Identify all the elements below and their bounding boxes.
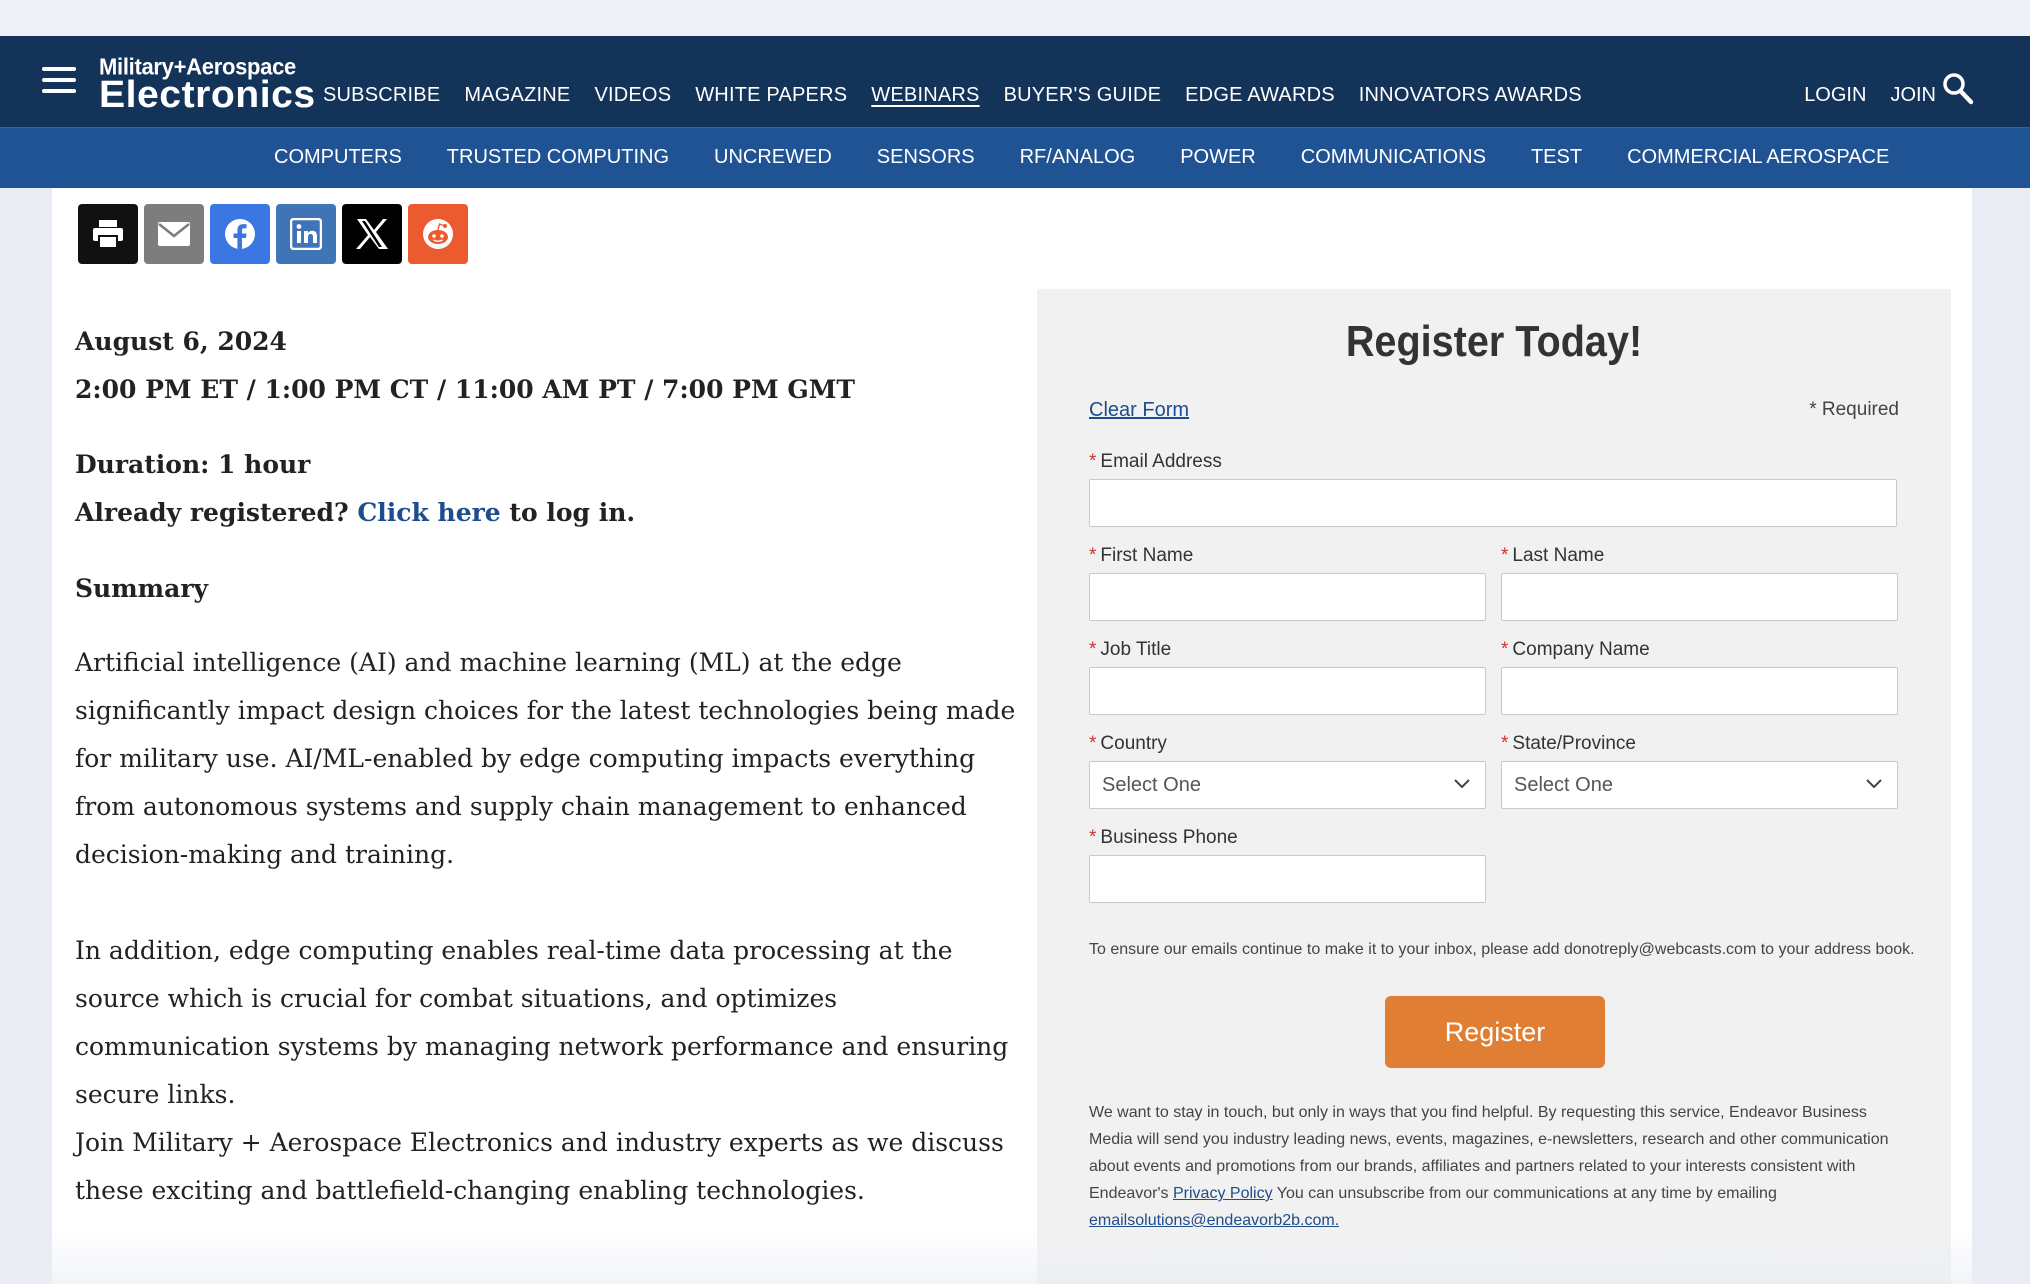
already-prefix: Already registered?	[75, 498, 349, 527]
search-icon[interactable]	[1942, 72, 1974, 106]
nav-webinars[interactable]: WEBINARS	[871, 84, 979, 107]
job-title-label: * Job Title	[1089, 639, 1172, 660]
logo-line2: Electronics	[99, 74, 316, 116]
job-title-field[interactable]	[1089, 667, 1486, 715]
menu-icon[interactable]	[42, 67, 76, 93]
required-note: * Required	[1809, 399, 1899, 420]
clear-form-link[interactable]: Clear Form	[1089, 399, 1189, 422]
company-name-label: * Company Name	[1501, 639, 1650, 660]
register-button[interactable]: Register	[1385, 996, 1605, 1068]
main-nav: SUBSCRIBE MAGAZINE VIDEOS WHITE PAPERS W…	[323, 84, 1606, 107]
site-logo[interactable]: Military+Aerospace Electronics	[99, 55, 315, 114]
first-name-label: * First Name	[1089, 545, 1194, 566]
event-time: 2:00 PM ET / 1:00 PM CT / 11:00 AM PT / …	[75, 375, 855, 404]
login-link[interactable]: LOGIN	[1804, 84, 1866, 107]
topic-nav-commercial-aerospace[interactable]: COMMERCIAL AEROSPACE	[1627, 146, 1889, 169]
facebook-icon	[225, 219, 255, 250]
x-share-button[interactable]	[342, 204, 402, 264]
event-duration: Duration: 1 hour	[75, 450, 311, 479]
privacy-policy-link[interactable]: Privacy Policy	[1173, 1185, 1273, 1202]
already-suffix: to log in.	[509, 498, 636, 527]
email-whitelist-note: To ensure our emails continue to make it…	[1089, 941, 1915, 958]
company-name-field[interactable]	[1501, 667, 1898, 715]
share-bar	[78, 204, 468, 264]
privacy-notice: We want to stay in touch, but only in wa…	[1089, 1099, 1899, 1234]
reddit-share-button[interactable]	[408, 204, 468, 264]
event-date: August 6, 2024	[75, 327, 287, 356]
topic-nav-sensors[interactable]: SENSORS	[877, 146, 975, 169]
nav-buyers-guide[interactable]: BUYER'S GUIDE	[1004, 84, 1162, 107]
last-name-field[interactable]	[1501, 573, 1898, 621]
summary-heading: Summary	[75, 574, 209, 603]
login-click-here-link[interactable]: Click here	[357, 498, 500, 527]
summary-paragraph-1: Artificial intelligence (AI) and machine…	[75, 648, 1016, 869]
privacy-notice-text-2: You can unsubscribe from our communicati…	[1276, 1185, 1777, 1202]
state-select[interactable]: Select One	[1501, 761, 1898, 809]
nav-edge-awards[interactable]: EDGE AWARDS	[1185, 84, 1335, 107]
topic-nav-test[interactable]: TEST	[1531, 146, 1582, 169]
email-field[interactable]	[1089, 479, 1897, 527]
topic-nav-power[interactable]: POWER	[1180, 146, 1256, 169]
business-phone-field[interactable]	[1089, 855, 1486, 903]
country-select-value: Select One	[1102, 774, 1201, 796]
topic-nav-communications[interactable]: COMMUNICATIONS	[1301, 146, 1486, 169]
facebook-share-button[interactable]	[210, 204, 270, 264]
chevron-down-icon	[1454, 779, 1470, 789]
event-details: August 6, 2024 2:00 PM ET / 1:00 PM CT /…	[75, 318, 1025, 1215]
summary-paragraph-3: Join Military + Aerospace Electronics an…	[75, 1128, 1004, 1205]
topic-nav-rf-analog[interactable]: RF/ANALOG	[1020, 146, 1136, 169]
country-label: * Country	[1089, 733, 1167, 754]
nav-videos[interactable]: VIDEOS	[594, 84, 671, 107]
join-link[interactable]: JOIN	[1890, 84, 1936, 107]
already-registered: Already registered? Click here to log in…	[75, 489, 1025, 537]
nav-magazine[interactable]: MAGAZINE	[464, 84, 570, 107]
account-nav: LOGIN JOIN	[1780, 84, 1936, 107]
topic-nav-computers[interactable]: COMPUTERS	[274, 146, 402, 169]
reddit-icon	[423, 219, 453, 249]
email-label: * Email Address	[1089, 451, 1222, 472]
chevron-down-icon	[1866, 779, 1882, 789]
top-strip	[0, 0, 2030, 36]
form-title: Register Today!	[1345, 317, 1643, 366]
first-name-field[interactable]	[1089, 573, 1486, 621]
nav-innovators-awards[interactable]: INNOVATORS AWARDS	[1359, 84, 1582, 107]
topic-nav-trusted-computing[interactable]: TRUSTED COMPUTING	[447, 146, 669, 169]
x-icon	[356, 219, 388, 249]
state-select-value: Select One	[1514, 774, 1613, 796]
summary-paragraph-2: In addition, edge computing enables real…	[75, 936, 1009, 1109]
last-name-label: * Last Name	[1501, 545, 1605, 566]
print-button[interactable]	[78, 204, 138, 264]
linkedin-icon	[290, 218, 322, 250]
topic-nav-uncrewed[interactable]: UNCREWED	[714, 146, 832, 169]
linkedin-share-button[interactable]	[276, 204, 336, 264]
business-phone-label: * Business Phone	[1089, 827, 1238, 848]
registration-form: Register Today! Clear Form * Required * E…	[1037, 289, 1951, 1284]
event-duration-block: Duration: 1 hour Already registered? Cli…	[75, 441, 1025, 537]
nav-subscribe[interactable]: SUBSCRIBE	[323, 84, 440, 107]
email-icon	[158, 222, 190, 246]
print-icon	[93, 220, 123, 249]
nav-white-papers[interactable]: WHITE PAPERS	[695, 84, 847, 107]
main-navbar: Military+Aerospace Electronics SUBSCRIBE…	[0, 36, 2030, 127]
unsubscribe-email-link[interactable]: emailsolutions@endeavorb2b.com.	[1089, 1212, 1339, 1229]
topic-nav: COMPUTERS TRUSTED COMPUTING UNCREWED SENSOR…	[0, 127, 2030, 188]
country-select[interactable]: Select One	[1089, 761, 1486, 809]
content-card: August 6, 2024 2:00 PM ET / 1:00 PM CT /…	[52, 188, 1972, 1284]
email-share-button[interactable]	[144, 204, 204, 264]
state-label: * State/Province	[1501, 733, 1636, 754]
